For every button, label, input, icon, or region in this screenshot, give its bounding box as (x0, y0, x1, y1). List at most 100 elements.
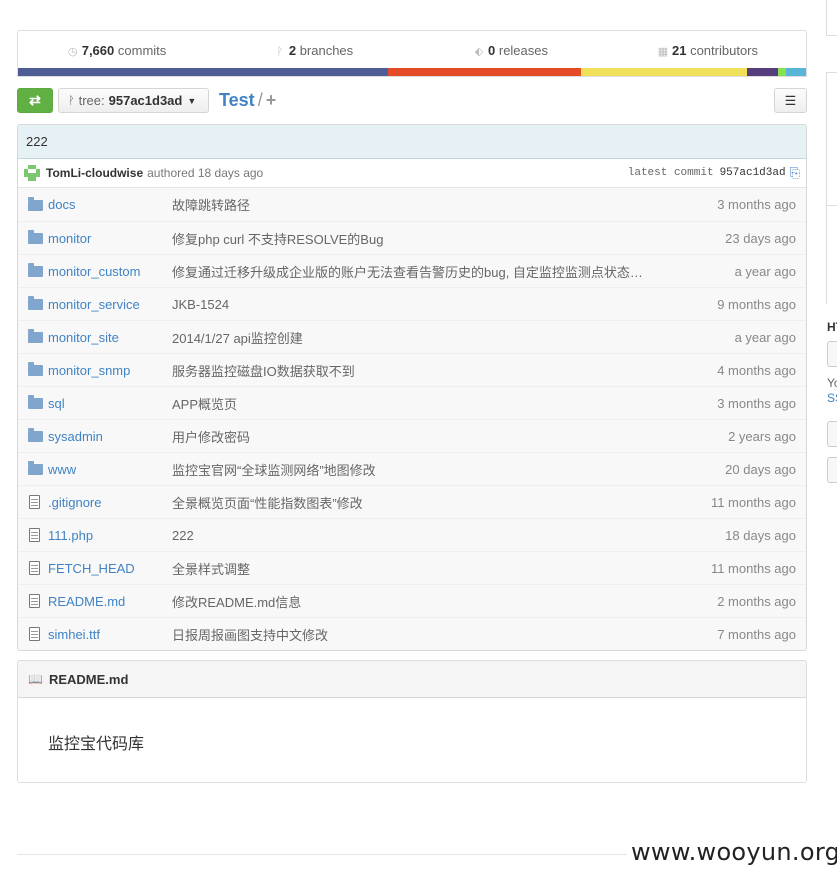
file-commit-message[interactable]: 2014/1/27 api监控创建 (172, 328, 686, 347)
file-icon (18, 594, 48, 608)
file-commit-message[interactable]: 全景样式调整 (172, 559, 686, 578)
clone-desktop-button[interactable] (827, 421, 837, 447)
language-bar-segment[interactable] (18, 68, 389, 76)
file-commit-message[interactable]: 222 (172, 528, 686, 543)
file-commit-message[interactable]: 修改README.md信息 (172, 592, 686, 611)
file-commit-message[interactable]: 故障跳转路径 (172, 195, 686, 214)
language-bar[interactable] (18, 68, 806, 76)
file-age: 7 months ago (717, 626, 796, 642)
commit-message[interactable]: 222 (26, 134, 48, 149)
file-name-link[interactable]: www (48, 462, 172, 477)
file-name-link[interactable]: sql (48, 396, 172, 411)
file-age: a year ago (734, 329, 796, 345)
releases-label: releases (498, 42, 548, 58)
ssh-link[interactable]: SSH (827, 391, 837, 405)
file-name-link[interactable]: 111.php (48, 528, 172, 543)
file-row: FETCH_HEAD 全景样式调整 11 months ago (18, 551, 806, 584)
file-commit-message[interactable]: 修复通过迁移升级成企业版的账户无法查看告警历史的bug, 自定监控监测点状态页u… (172, 262, 686, 281)
file-commit-message[interactable]: 服务器监控磁盘IO数据获取不到 (172, 361, 686, 380)
file-commit-message[interactable]: JKB-1524 (172, 297, 686, 312)
history-icon: ◷ (67, 45, 78, 58)
file-name-link[interactable]: simhei.ttf (48, 627, 172, 642)
download-zip-button[interactable] (827, 457, 837, 483)
file-row: .gitignore 全景概览页面“性能指数图表”修改 11 months ago (18, 485, 806, 518)
commits-label: commits (117, 42, 167, 58)
folder-icon (18, 263, 48, 277)
commit-meta: TomLi-cloudwise authored 18 days ago lat… (18, 159, 806, 188)
branches-count: 2 (288, 42, 297, 58)
file-name-link[interactable]: monitor_service (48, 297, 172, 312)
file-age: 23 days ago (725, 230, 796, 246)
file-row: monitor_snmp 服务器监控磁盘IO数据获取不到 4 months ago (18, 353, 806, 386)
stat-commits[interactable]: ◷ 7,660 commits (18, 43, 215, 58)
watermark: www.wooyun.org (631, 838, 837, 866)
commit-title: 222 (18, 125, 806, 159)
file-commit-message[interactable]: APP概览页 (172, 394, 686, 413)
compare-button[interactable]: ⇄ (17, 88, 53, 113)
file-name-link[interactable]: docs (48, 197, 172, 212)
file-commit-message[interactable]: 监控宝官网“全球监测网络”地图修改 (172, 460, 686, 479)
compare-icon: ⇄ (29, 92, 41, 108)
commit-author[interactable]: TomLi-cloudwise (46, 166, 143, 180)
clippy-icon[interactable]: ⎘ (790, 165, 800, 181)
file-name-link[interactable]: FETCH_HEAD (48, 561, 172, 576)
stat-releases[interactable]: ⬖ 0 releases (412, 43, 609, 58)
language-bar-segment[interactable] (746, 68, 779, 76)
organization-icon: ▦ (657, 45, 669, 58)
file-commit-message[interactable]: 修复php curl 不支持RESOLVE的Bug (172, 229, 686, 248)
file-row: 111.php 222 18 days ago (18, 518, 806, 551)
folder-icon (18, 329, 48, 343)
avatar[interactable] (24, 165, 40, 181)
file-icon (18, 528, 48, 542)
file-name-link[interactable]: monitor_custom (48, 264, 172, 279)
file-icon (18, 627, 48, 641)
file-name-link[interactable]: README.md (48, 594, 172, 609)
contributors-label: contributors (690, 42, 758, 58)
book-icon: 📖 (28, 672, 43, 686)
file-age: 11 months ago (710, 494, 796, 510)
folder-icon (18, 296, 48, 310)
file-commit-message[interactable]: 日报周报画图支持中文修改 (172, 625, 686, 644)
folder-icon (18, 362, 48, 376)
readme-header: 📖 README.md (18, 661, 806, 698)
latest-commit-label: latest commit (627, 167, 714, 179)
file-row: simhei.ttf 日报周报画图支持中文修改 7 months ago (18, 617, 806, 650)
file-row: monitor_site 2014/1/27 api监控创建 a year ago (18, 320, 806, 353)
file-name-link[interactable]: monitor_site (48, 330, 172, 345)
file-commit-message[interactable]: 用户修改密码 (172, 427, 686, 446)
language-bar-segment[interactable] (388, 68, 582, 76)
file-table: 222 TomLi-cloudwise authored 18 days ago… (17, 124, 807, 651)
commit-authored-time: authored 18 days ago (147, 166, 264, 180)
breadcrumb-separator: / (257, 90, 263, 110)
readme-box: 📖 README.md 监控宝代码库 (17, 660, 807, 783)
stat-contributors[interactable]: ▦ 21 contributors (609, 43, 806, 58)
tag-icon: ⬖ (474, 45, 484, 58)
file-name-link[interactable]: monitor (48, 231, 172, 246)
file-name-link[interactable]: sysadmin (48, 429, 172, 444)
file-age: 3 months ago (717, 197, 796, 212)
language-bar-segment[interactable] (581, 68, 747, 76)
branch-select-label: tree: (78, 93, 105, 108)
folder-icon (18, 230, 48, 244)
file-age: 4 months ago (717, 362, 796, 378)
file-name-link[interactable]: monitor_snmp (48, 363, 172, 378)
branches-label: branches (299, 42, 354, 58)
file-row: monitor_custom 修复通过迁移升级成企业版的账户无法查看告警历史的bu… (18, 254, 806, 287)
file-name-link[interactable]: .gitignore (48, 495, 172, 510)
releases-count: 0 (488, 42, 496, 58)
language-bar-segment[interactable] (786, 68, 806, 76)
contributors-count: 21 (671, 42, 687, 58)
clone-url-input[interactable] (827, 341, 837, 367)
branch-select-button[interactable]: ᚹ tree: 957ac1d3ad ▼ (58, 88, 209, 113)
file-commit-message[interactable]: 全景概览页面“性能指数图表”修改 (172, 493, 686, 512)
commit-sha[interactable]: 957ac1d3ad (720, 167, 786, 179)
new-file-button[interactable]: + (266, 90, 277, 110)
stat-branches[interactable]: ᚹ2 branches (215, 43, 412, 58)
readme-title: README.md (48, 671, 129, 687)
breadcrumb-repo-link[interactable]: Test (219, 90, 255, 110)
file-age: 20 days ago (725, 461, 796, 477)
clone-url-label: HTTPS (827, 320, 837, 334)
branch-icon: ᚹ (276, 45, 284, 58)
list-view-button[interactable]: ☰ (774, 88, 807, 113)
language-bar-segment[interactable] (778, 68, 787, 76)
